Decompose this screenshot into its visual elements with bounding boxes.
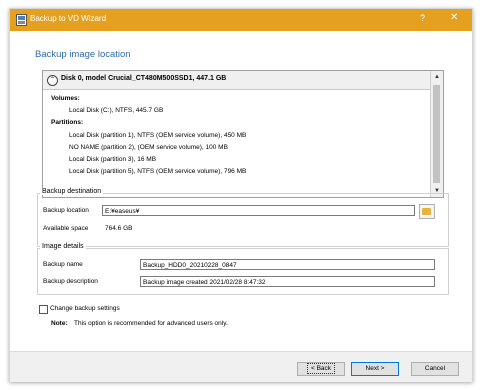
destination-legend: Backup destination (40, 188, 104, 195)
disk-header[interactable]: ⌃ Disk 0, model Crucial_CT480M500SSD1, 4… (43, 71, 430, 90)
app-icon (16, 14, 27, 26)
back-button[interactable]: < Back (297, 362, 345, 376)
note-label: Note: (51, 320, 68, 327)
backup-description-input[interactable]: Backup image created 2021/02/28 8:47:32 (140, 276, 435, 287)
scroll-thumb[interactable] (433, 85, 440, 183)
button-bar: < Back Next > Cancel (10, 351, 472, 382)
disk-scrollbar[interactable]: ▲ ▼ (430, 71, 443, 197)
backup-name-label: Backup name (43, 261, 83, 268)
browse-folder-button[interactable] (419, 204, 435, 219)
partition-item: Local Disk (partition 5), NTFS (OEM serv… (69, 168, 247, 175)
folder-icon (422, 208, 431, 215)
change-settings-checkbox[interactable] (39, 305, 48, 314)
close-button[interactable]: ✕ (450, 12, 458, 23)
available-space-value: 764.6 GB (105, 225, 133, 232)
disk-info-panel[interactable]: ⌃ Disk 0, model Crucial_CT480M500SSD1, 4… (42, 70, 444, 198)
note-text: This option is recommended for advanced … (74, 320, 228, 327)
change-settings-label[interactable]: Change backup settings (50, 305, 120, 312)
backup-location-label: Backup location (43, 207, 89, 214)
backup-description-label: Backup description (43, 278, 98, 285)
scroll-up-icon[interactable]: ▲ (431, 71, 443, 83)
partition-item: Local Disk (partition 1), NTFS (OEM serv… (69, 132, 247, 139)
cancel-button[interactable]: Cancel (411, 362, 459, 376)
next-button[interactable]: Next > (351, 362, 399, 376)
disk-name: Disk 0, model Crucial_CT480M500SSD1, 447… (61, 75, 227, 82)
help-button[interactable]: ? (420, 13, 425, 23)
backup-name-input[interactable]: Backup_HDD0_20210228_0847 (140, 259, 435, 270)
collapse-icon[interactable]: ⌃ (47, 75, 58, 86)
available-space-label: Available space (43, 225, 89, 232)
image-details-legend: Image details (40, 243, 86, 250)
backup-location-input[interactable]: E:¥easeus¥ (102, 205, 415, 216)
wizard-window: Backup to VD Wizard ? ✕ Backup image loc… (9, 8, 473, 382)
destination-group (37, 193, 449, 247)
partition-item: NO NAME (partition 2), (OEM service volu… (69, 144, 228, 151)
back-button-label: < Back (306, 363, 336, 374)
volume-item: Local Disk (C:), NTFS, 445.7 GB (69, 107, 164, 114)
volumes-label: Volumes: (51, 95, 80, 102)
title-bar: Backup to VD Wizard ? ✕ (10, 9, 472, 31)
page-title: Backup image location (35, 49, 131, 60)
window-title: Backup to VD Wizard (30, 14, 107, 23)
partitions-label: Partitions: (51, 119, 84, 126)
partition-item: Local Disk (partition 3), 16 MB (69, 156, 157, 163)
